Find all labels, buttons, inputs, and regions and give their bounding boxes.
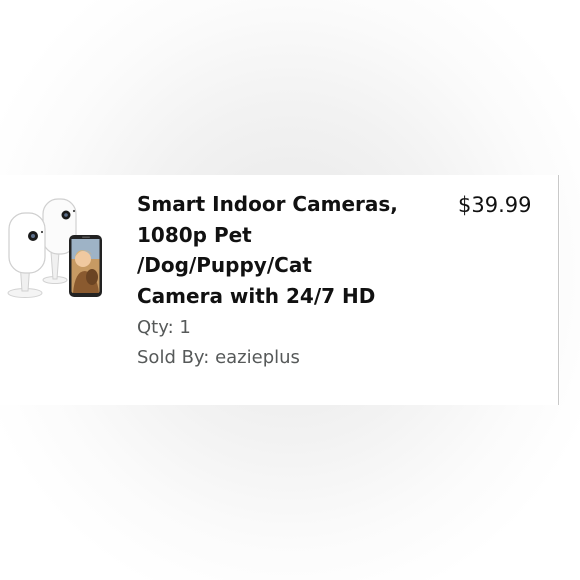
product-title[interactable]: Smart Indoor Cameras, 1080p Pet /Dog/Pup… [137,189,427,311]
product-image[interactable] [3,197,110,300]
card-right-border [558,175,559,405]
seller-label: Sold By: eazieplus [137,347,300,368]
quantity-label: Qty: 1 [137,317,191,338]
product-price: $39.99 [458,193,532,217]
